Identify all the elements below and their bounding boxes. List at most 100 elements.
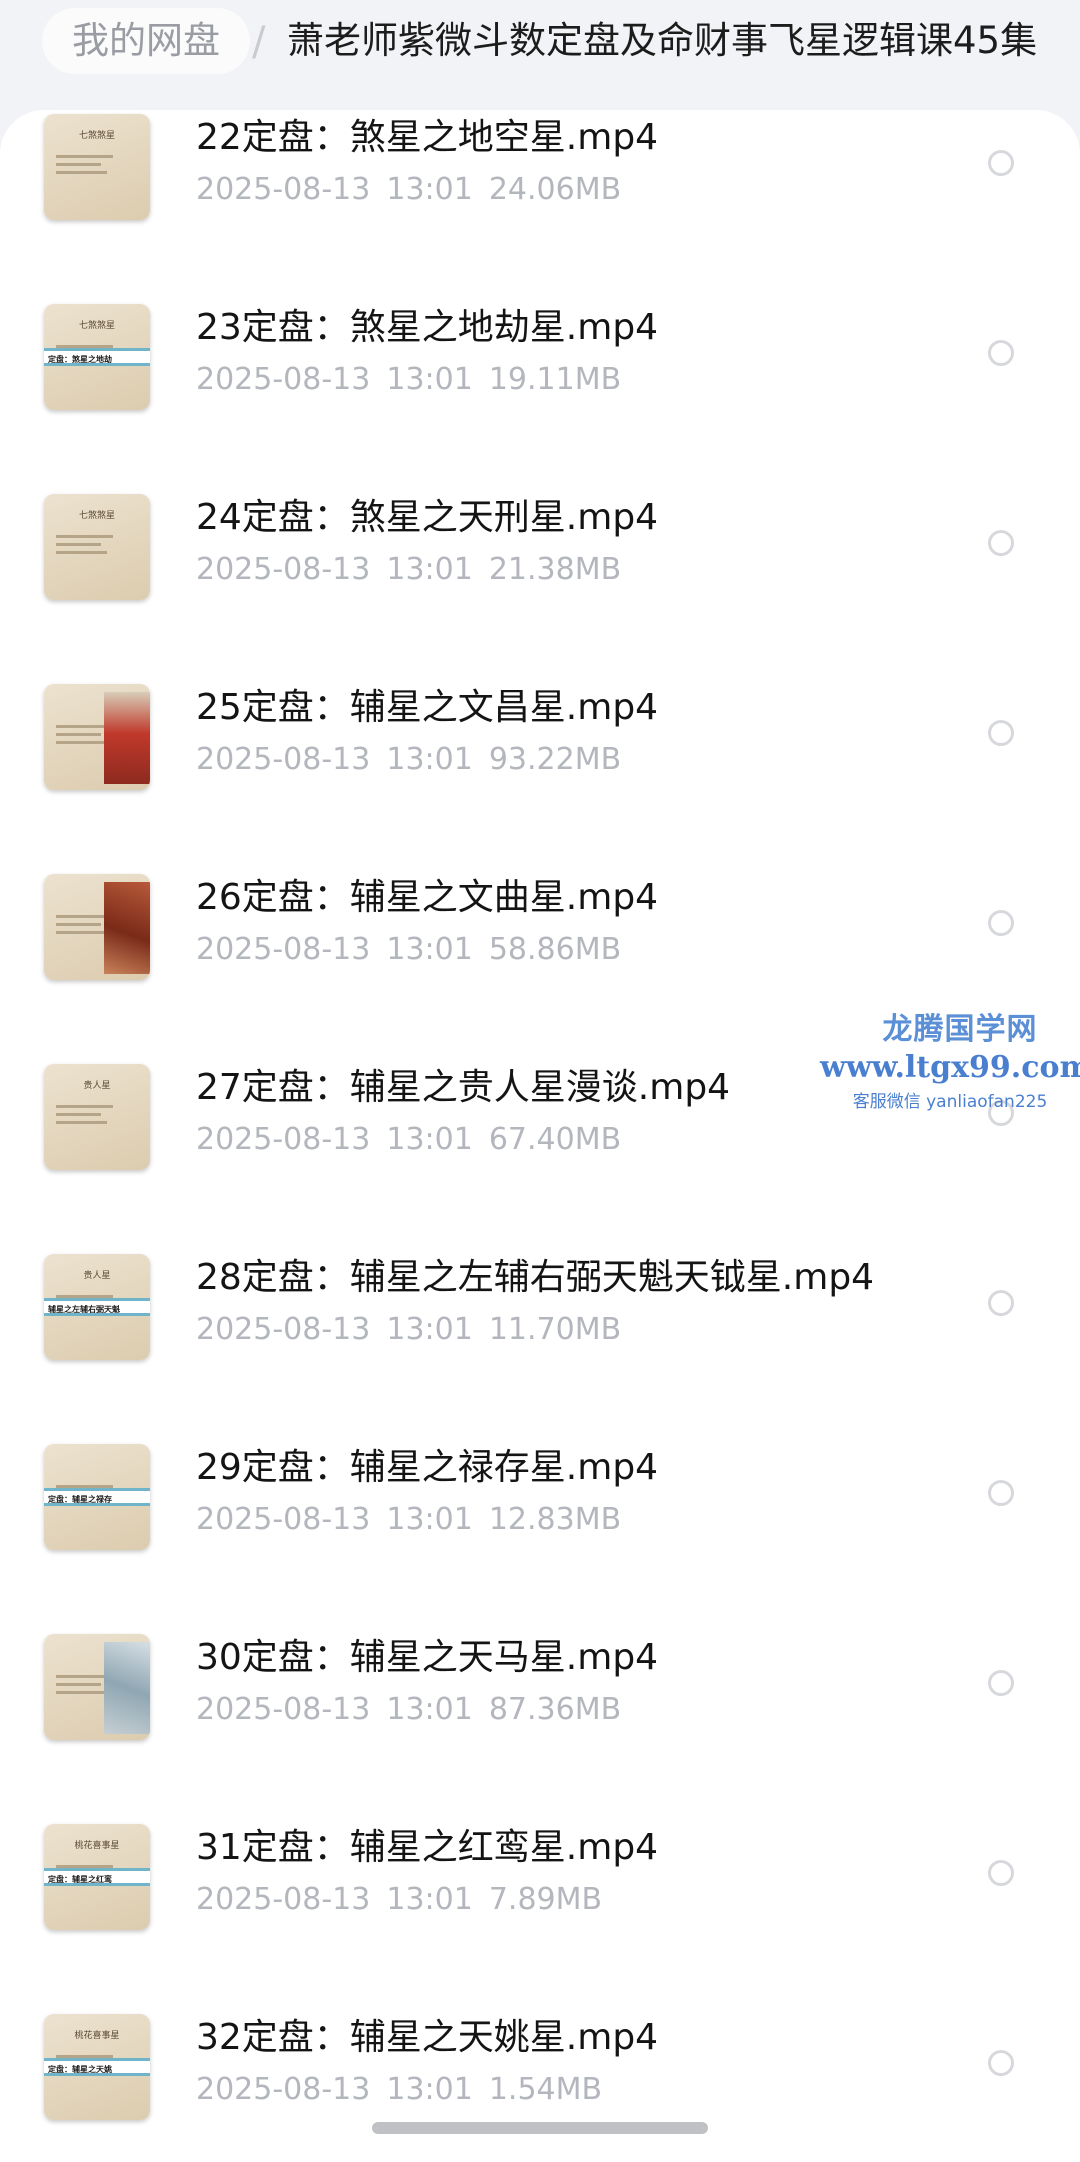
thumbnail-text-lines	[56, 150, 138, 179]
thumbnail-text-lines	[56, 1100, 138, 1129]
file-size: 67.40MB	[488, 1122, 622, 1157]
file-time: 13:01	[386, 932, 473, 967]
thumbnail-heading: 桃花喜事星	[74, 2031, 120, 2041]
file-row[interactable]: 桃花喜事星定盘：辅星之天姚 32定盘：辅星之天姚星.mp4 2025-08-13 13…	[0, 2010, 1080, 2162]
file-time: 13:01	[386, 2072, 473, 2107]
file-size: 24.06MB	[488, 172, 622, 207]
thumbnail-heading: 桃花喜事星	[74, 1841, 120, 1851]
file-date: 2025-08-13	[196, 552, 371, 587]
thumbnail-title-band: 定盘：煞星之地劫	[44, 348, 150, 366]
thumbnail-title-band: 辅星之左辅右弼天魁	[44, 1298, 150, 1316]
file-date: 2025-08-13	[196, 932, 371, 967]
select-radio[interactable]	[988, 910, 1014, 936]
file-size: 1.54MB	[488, 2072, 603, 2107]
video-thumbnail	[44, 684, 150, 790]
file-size: 93.22MB	[488, 742, 622, 777]
file-size: 58.86MB	[488, 932, 622, 967]
file-date: 2025-08-13	[196, 742, 371, 777]
file-meta: 2025-08-13 13:01 87.36MB	[196, 1690, 621, 1730]
file-time: 13:01	[386, 1882, 473, 1917]
video-thumbnail	[44, 874, 150, 980]
file-date: 2025-08-13	[196, 362, 371, 397]
file-date: 2025-08-13	[196, 1502, 371, 1537]
thumbnail-heading: 七煞煞星	[78, 321, 115, 331]
file-date: 2025-08-13	[196, 1692, 371, 1727]
file-time: 13:01	[386, 1122, 473, 1157]
select-radio[interactable]	[988, 720, 1014, 746]
file-name: 28定盘：辅星之左辅右弼天魁天钺星.mp4	[196, 1257, 875, 1298]
thumbnail-title-band: 定盘：辅星之红鸾	[44, 1868, 150, 1886]
file-meta: 2025-08-13 13:01 7.89MB	[196, 1880, 602, 1920]
file-row[interactable]: 七煞煞星 22定盘：煞星之地空星.mp4 2025-08-13 13:01 24.06M…	[0, 110, 1080, 300]
file-time: 13:01	[386, 172, 473, 207]
select-radio[interactable]	[988, 1860, 1014, 1886]
file-time: 13:01	[386, 742, 473, 777]
thumbnail-title-band: 定盘：辅星之禄存	[44, 1488, 150, 1506]
thumbnail-illustration	[104, 692, 150, 784]
file-row[interactable]: 七煞煞星 定盘：煞星之地劫 23定盘：煞星之地劫星.mp4 2025-08-13 13:…	[0, 300, 1080, 490]
file-meta: 2025-08-13 13:01 19.11MB	[196, 360, 621, 400]
file-meta: 2025-08-13 13:01 1.54MB	[196, 2070, 602, 2110]
file-name: 27定盘：辅星之贵人星漫谈.mp4	[196, 1067, 731, 1108]
video-thumbnail: 桃花喜事星定盘：辅星之天姚	[44, 2014, 150, 2120]
video-thumbnail: 七煞煞星	[44, 114, 150, 220]
file-size: 12.83MB	[488, 1502, 622, 1537]
file-size: 87.36MB	[488, 1692, 622, 1727]
file-date: 2025-08-13	[196, 1882, 371, 1917]
file-time: 13:01	[386, 1692, 473, 1727]
file-meta: 2025-08-13 13:01 67.40MB	[196, 1120, 621, 1160]
file-row[interactable]: 25定盘：辅星之文昌星.mp4 2025-08-13 13:01 93.22MB	[0, 680, 1080, 870]
file-row[interactable]: 桃花喜事星 定盘：辅星之红鸾 31定盘：辅星之红鸾星.mp4 2025-08-13 13…	[0, 1820, 1080, 2010]
select-radio[interactable]	[988, 1480, 1014, 1506]
file-meta: 2025-08-13 13:01 12.83MB	[196, 1500, 621, 1540]
thumbnail-heading: 七煞煞星	[78, 511, 115, 521]
file-row[interactable]: 贵人星 辅星之左辅右弼天魁 28定盘：辅星之左辅右弼天魁天钺星.mp4 2025-08…	[0, 1250, 1080, 1440]
select-radio[interactable]	[988, 340, 1014, 366]
file-row[interactable]: 定盘：辅星之禄存 29定盘：辅星之禄存星.mp4 2025-08-13 13:01 12…	[0, 1440, 1080, 1630]
thumbnail-illustration	[104, 1642, 150, 1734]
watermark-site-name: 龙腾国学网	[882, 1012, 1038, 1047]
video-thumbnail: 桃花喜事星定盘：辅星之红鸾	[44, 1824, 150, 1930]
video-thumbnail	[44, 1634, 150, 1740]
file-date: 2025-08-13	[196, 2072, 371, 2107]
file-row[interactable]: 30定盘：辅星之天马星.mp4 2025-08-13 13:01 87.36MB	[0, 1630, 1080, 1820]
breadcrumb-root-my-drive[interactable]: 我的网盘	[42, 8, 250, 74]
select-radio[interactable]	[988, 150, 1014, 176]
thumbnail-title-band: 定盘：辅星之天姚	[44, 2058, 150, 2076]
file-size: 7.89MB	[488, 1882, 603, 1917]
file-size: 11.70MB	[488, 1312, 622, 1347]
select-radio[interactable]	[988, 2050, 1014, 2076]
watermark-url: www.ltgx99.com	[820, 1050, 1080, 1085]
file-name: 22定盘：煞星之地空星.mp4	[196, 117, 659, 158]
video-thumbnail: 贵人星辅星之左辅右弼天魁	[44, 1254, 150, 1360]
file-name: 29定盘：辅星之禄存星.mp4	[196, 1447, 659, 1488]
file-time: 13:01	[386, 362, 473, 397]
file-row[interactable]: 七煞煞星 24定盘：煞星之天刑星.mp4 2025-08-13 13:01 21.38M…	[0, 490, 1080, 680]
thumbnail-heading: 七煞煞星	[78, 131, 115, 141]
video-thumbnail: 定盘：辅星之禄存	[44, 1444, 150, 1550]
file-meta: 2025-08-13 13:01 24.06MB	[196, 170, 621, 210]
video-thumbnail: 七煞煞星定盘：煞星之地劫	[44, 304, 150, 410]
thumbnail-heading: 贵人星	[83, 1081, 111, 1091]
watermark-contact: 客服微信 yanliaofan225	[852, 1092, 1048, 1112]
select-radio[interactable]	[988, 1290, 1014, 1316]
file-meta: 2025-08-13 13:01 93.22MB	[196, 740, 621, 780]
file-time: 13:01	[386, 1312, 473, 1347]
home-indicator[interactable]	[372, 2122, 708, 2134]
file-name: 25定盘：辅星之文昌星.mp4	[196, 687, 659, 728]
file-name: 30定盘：辅星之天马星.mp4	[196, 1637, 659, 1678]
breadcrumb-current-folder: 萧老师紫微斗数定盘及命财事飞星逻辑课45集	[287, 19, 1038, 62]
file-name: 24定盘：煞星之天刑星.mp4	[196, 497, 659, 538]
file-name: 26定盘：辅星之文曲星.mp4	[196, 877, 659, 918]
thumbnail-illustration	[104, 882, 150, 974]
select-radio[interactable]	[988, 530, 1014, 556]
file-date: 2025-08-13	[196, 172, 371, 207]
file-time: 13:01	[386, 552, 473, 587]
file-name: 32定盘：辅星之天姚星.mp4	[196, 2017, 659, 2058]
file-time: 13:01	[386, 1502, 473, 1537]
thumbnail-heading: 贵人星	[83, 1271, 111, 1281]
file-size: 21.38MB	[488, 552, 622, 587]
video-thumbnail: 贵人星	[44, 1064, 150, 1170]
select-radio[interactable]	[988, 1670, 1014, 1696]
file-date: 2025-08-13	[196, 1122, 371, 1157]
